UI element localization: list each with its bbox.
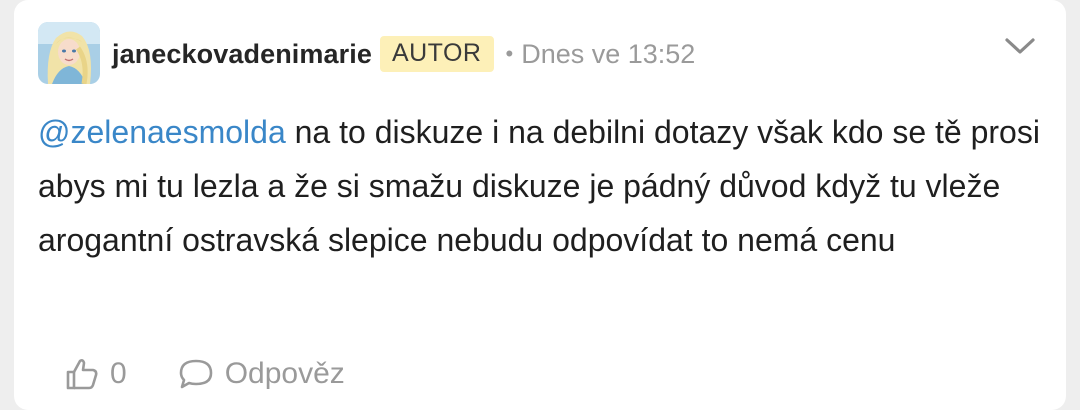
like-count: 0	[110, 357, 127, 390]
comment-menu-button[interactable]	[1002, 34, 1038, 58]
like-button[interactable]: 0	[64, 356, 127, 392]
reply-label: Odpověz	[224, 357, 345, 390]
speech-bubble-icon	[179, 359, 212, 389]
timestamp: Dnes ve 13:52	[521, 38, 696, 69]
thumbs-up-icon	[66, 359, 98, 390]
avatar-image	[38, 22, 100, 84]
comment-card: janeckovadenimarie AUTOR • Dnes ve 13:52…	[14, 0, 1066, 410]
reply-button[interactable]: Odpověz	[177, 357, 345, 391]
author-badge: AUTOR	[379, 36, 494, 72]
comment-text: @zelenaesmolda na to diskuze i na debiln…	[38, 105, 1048, 267]
comment-header: janeckovadenimarie AUTOR • Dnes ve 13:52	[112, 30, 695, 78]
username[interactable]: janeckovadenimarie	[112, 39, 372, 70]
separator-dot: •	[505, 41, 514, 66]
user-mention-link[interactable]: @zelenaesmolda	[38, 114, 286, 150]
comment-actions: 0 Odpověz	[64, 352, 345, 396]
chevron-down-icon	[1005, 38, 1035, 54]
avatar[interactable]	[38, 22, 100, 84]
